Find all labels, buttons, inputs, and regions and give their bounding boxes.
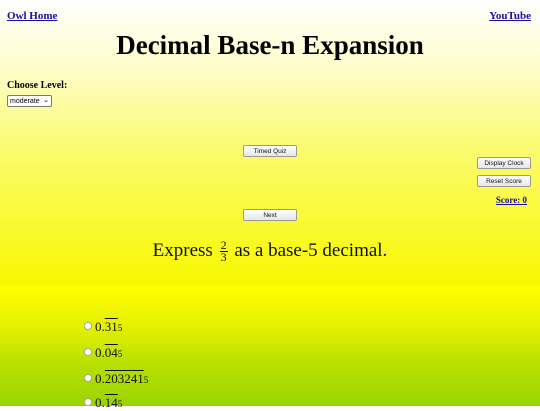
option-base: 5 <box>117 323 123 333</box>
owl-home-link[interactable]: Owl Home <box>7 10 57 22</box>
option-repeat: 31 <box>104 319 118 334</box>
question-suffix: as a base-5 decimal. <box>234 240 388 261</box>
option-lead: 0. <box>95 371 105 386</box>
option-repeat: 203241 <box>104 371 144 386</box>
reset-score-button[interactable]: Reset Score <box>477 175 531 187</box>
level-selected-value: moderate <box>10 97 40 105</box>
option-base: 5 <box>117 349 123 359</box>
fraction-denominator: 3 <box>220 250 227 265</box>
timed-quiz-button[interactable]: Timed Quiz <box>243 145 297 157</box>
option-lead: 0. <box>95 345 105 360</box>
question-prefix: Express <box>152 240 213 261</box>
radio-button[interactable] <box>84 348 92 356</box>
radio-button[interactable] <box>84 374 92 382</box>
answer-panel <box>0 285 540 406</box>
youtube-link[interactable]: YouTube <box>489 10 531 22</box>
answer-option[interactable]: 0. 31 5 <box>84 319 122 335</box>
option-base: 5 <box>117 399 123 409</box>
score-link[interactable]: Score: 0 <box>496 195 527 205</box>
level-label: Choose Level: <box>7 80 68 91</box>
option-repeat: 14 <box>104 395 118 410</box>
answer-option[interactable]: 0. 04 5 <box>84 345 122 361</box>
question-text: Express 2 3 as a base-5 decimal. <box>0 239 540 265</box>
option-base: 5 <box>143 375 149 385</box>
option-repeat: 04 <box>104 345 118 360</box>
option-lead: 0. <box>95 319 105 334</box>
page-title: Decimal Base-n Expansion <box>116 30 424 60</box>
fraction: 2 3 <box>219 239 228 265</box>
level-select[interactable]: moderate ⌄ <box>7 95 52 107</box>
answer-option[interactable]: 0. 14 5 <box>84 395 122 411</box>
display-clock-button[interactable]: Display Clock <box>477 157 531 169</box>
chevron-down-icon: ⌄ <box>43 97 49 104</box>
answer-option[interactable]: 0. 203241 5 <box>84 371 148 387</box>
next-button[interactable]: Next <box>243 209 297 221</box>
radio-button[interactable] <box>84 322 92 330</box>
option-lead: 0. <box>95 395 105 410</box>
